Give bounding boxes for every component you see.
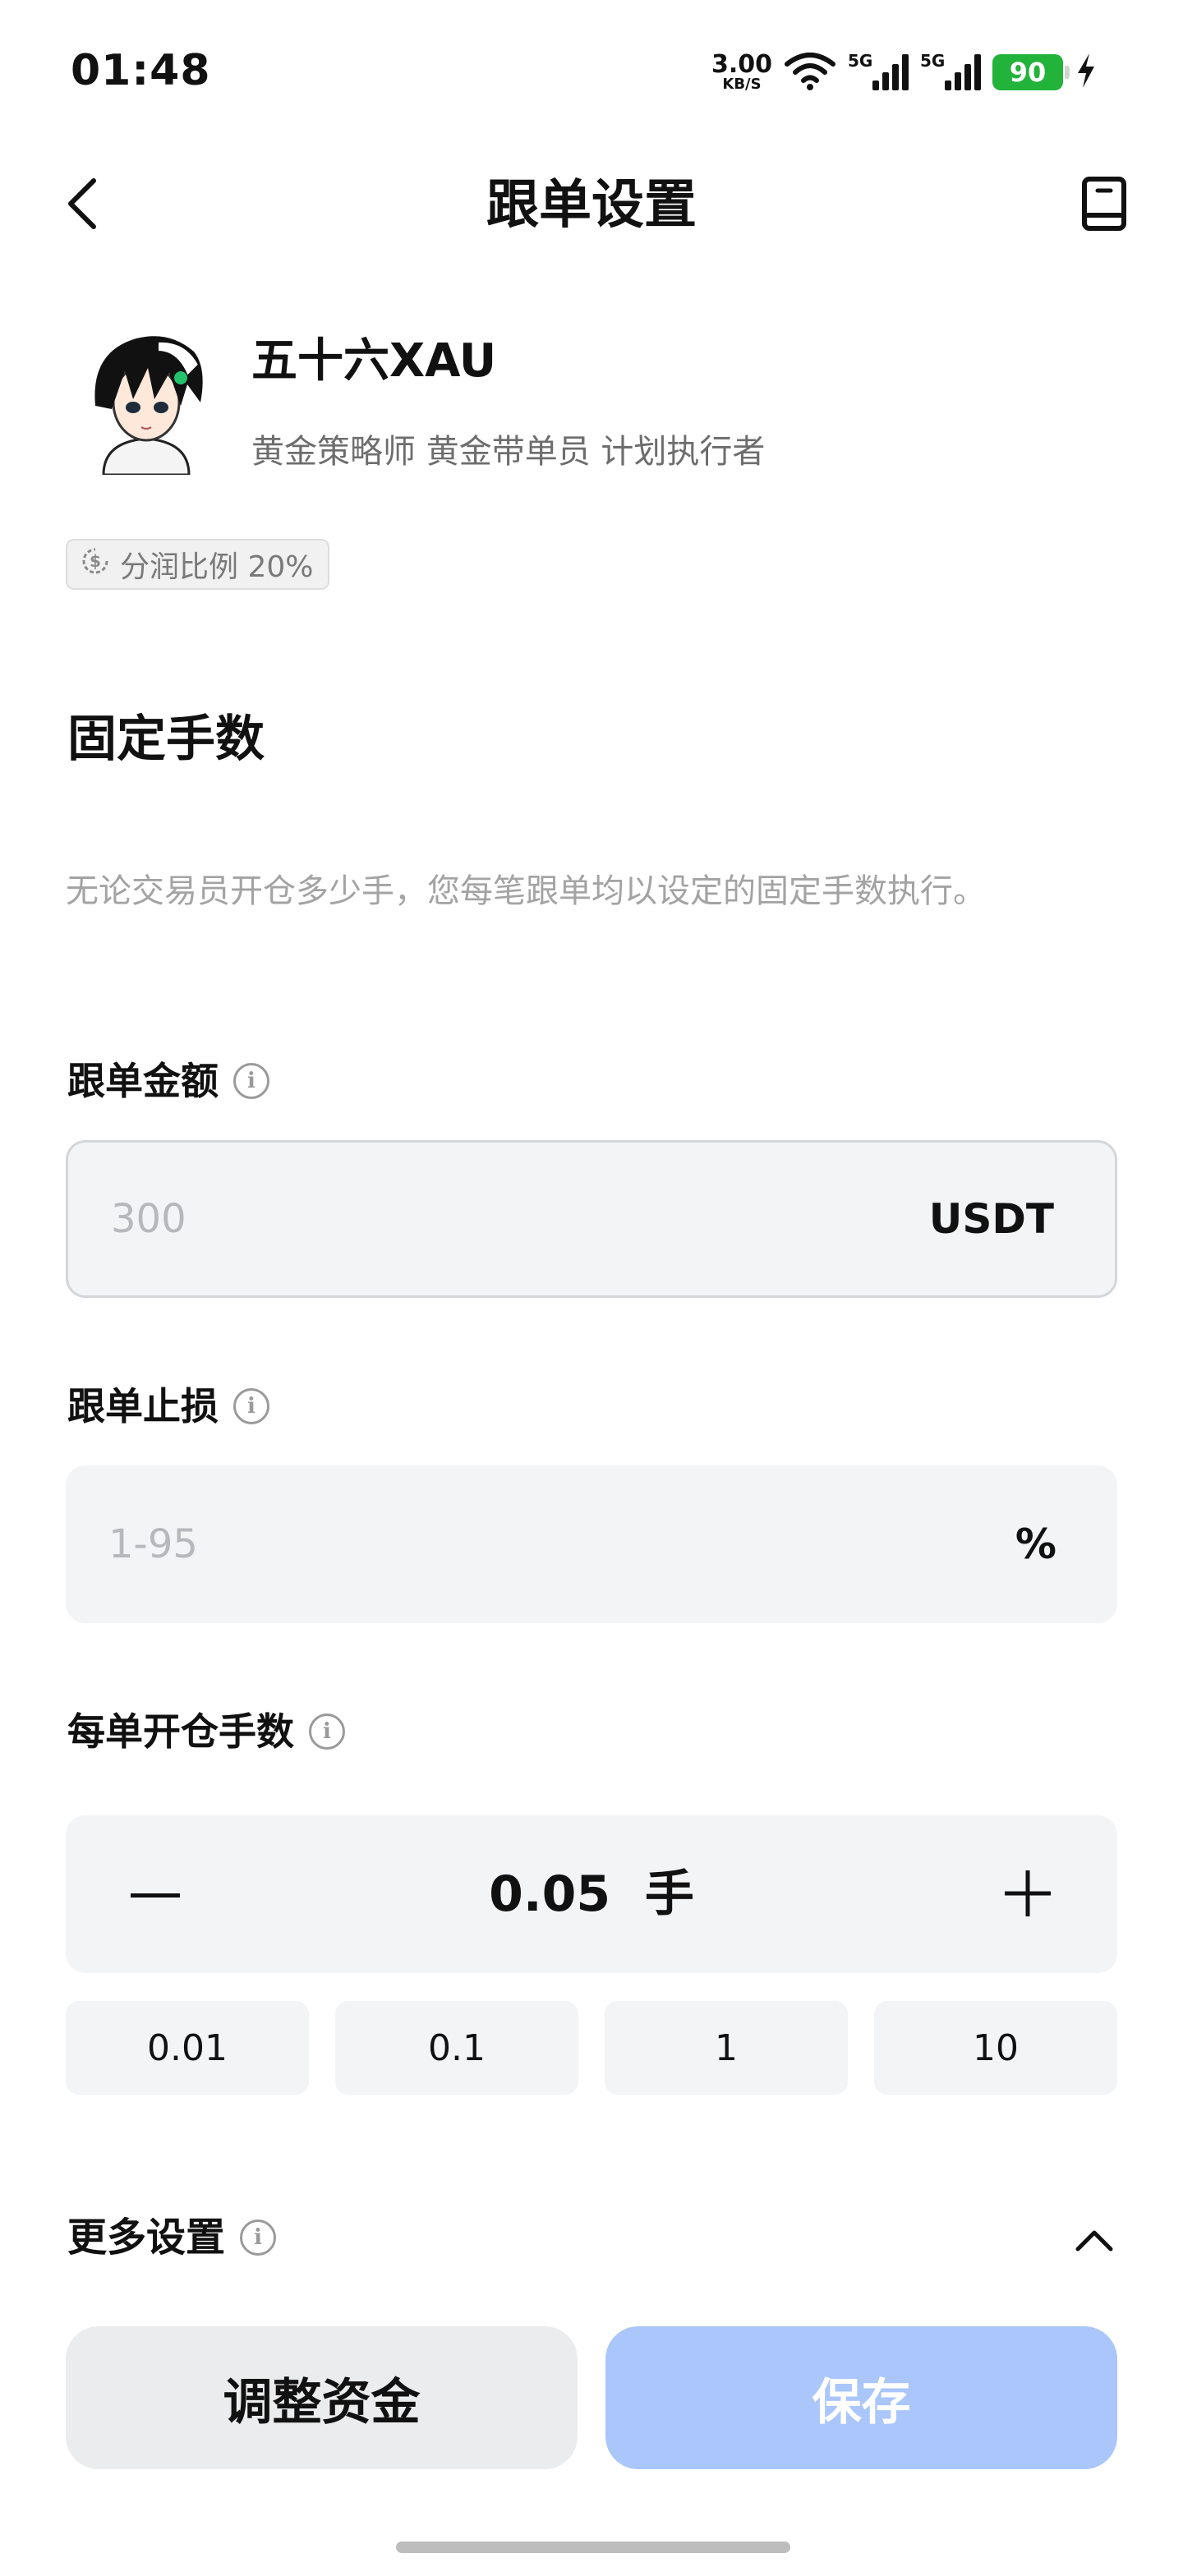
profit-share-badge: $ 分润比例 20% — [66, 539, 330, 590]
quick-lot-options: 0.01 0.1 1 10 — [66, 2001, 1117, 2095]
svg-text:$: $ — [90, 551, 101, 571]
network-speed-unit: KB/S — [722, 76, 762, 93]
network-speed: 3.00 KB/S — [711, 53, 772, 92]
page-title: 跟单设置 — [486, 175, 697, 236]
amount-placeholder: 300 — [111, 1196, 186, 1242]
stop-loss-placeholder: 1-95 — [108, 1521, 198, 1567]
info-icon[interactable]: i — [233, 1063, 269, 1099]
charging-bolt-icon — [1075, 52, 1098, 93]
stop-loss-label: 跟单止损 i — [67, 1382, 269, 1431]
copy-mode-description: 无论交易员开仓多少手，您每笔跟单均以设定的固定手数执行。 — [66, 872, 986, 910]
nav-header: 跟单设置 — [0, 148, 1183, 263]
cell-signal-1-tag: 5G — [848, 51, 873, 71]
plus-icon — [1001, 1867, 1054, 1923]
battery-indicator: 90 — [992, 54, 1070, 90]
network-speed-value: 3.00 — [711, 50, 772, 79]
increase-button[interactable] — [999, 1866, 1056, 1924]
stop-loss-label-text: 跟单止损 — [67, 1384, 219, 1428]
bottom-action-bar: 调整资金 保存 — [66, 2326, 1117, 2469]
info-icon[interactable]: i — [309, 1714, 345, 1750]
lots-stepper: 0.05 手 — [66, 1815, 1117, 1973]
cell-signal-1-icon: 5G — [848, 51, 909, 90]
cell-signal-2-icon: 5G — [920, 51, 981, 90]
home-indicator[interactable] — [396, 2542, 790, 2553]
more-settings-label: 更多设置 i — [67, 2213, 277, 2262]
avatar[interactable] — [79, 327, 214, 475]
stop-loss-unit: % — [1015, 1520, 1056, 1568]
quick-lot-option[interactable]: 1 — [605, 2001, 848, 2095]
more-settings-text: 更多设置 — [67, 2215, 226, 2261]
adjust-funds-button[interactable]: 调整资金 — [66, 2326, 578, 2469]
trader-name: 五十六XAU — [251, 334, 497, 388]
profit-share-icon: $ — [79, 545, 112, 585]
status-icons: 3.00 KB/S 5G 5G 90 — [711, 48, 1098, 97]
lots-label-text: 每单开仓手数 — [67, 1709, 294, 1754]
chevron-up-icon — [1071, 2216, 1117, 2262]
more-settings-toggle[interactable]: 更多设置 i — [67, 2205, 1117, 2270]
profit-share-text: 分润比例 20% — [120, 550, 314, 584]
trader-tags: 黄金策略师 黄金带单员 计划执行者 — [251, 433, 766, 471]
info-icon[interactable]: i — [240, 2220, 277, 2256]
lots-value[interactable]: 0.05 手 — [66, 1860, 1117, 1929]
save-button[interactable]: 保存 — [605, 2326, 1117, 2469]
wifi-icon — [784, 51, 836, 94]
amount-input[interactable]: 300 USDT — [66, 1140, 1117, 1298]
copy-mode-title: 固定手数 — [67, 711, 265, 768]
quick-lot-option[interactable]: 0.1 — [335, 2001, 578, 2095]
stop-loss-input[interactable]: 1-95 % — [66, 1465, 1117, 1623]
clock: 01:48 — [71, 46, 211, 95]
amount-label: 跟单金额 i — [67, 1056, 269, 1106]
amount-unit: USDT — [928, 1195, 1054, 1243]
amount-label-text: 跟单金额 — [67, 1059, 219, 1103]
cell-signal-2-tag: 5G — [920, 51, 946, 71]
status-bar: 01:48 3.00 KB/S 5G 5G 90 — [0, 0, 1183, 148]
guide-button[interactable] — [1071, 172, 1137, 238]
quick-lot-option[interactable]: 10 — [874, 2001, 1117, 2095]
quick-lot-option[interactable]: 0.01 — [66, 2001, 309, 2095]
lots-label: 每单开仓手数 i — [67, 1707, 345, 1756]
info-icon[interactable]: i — [233, 1388, 269, 1424]
guide-book-icon — [1079, 176, 1129, 235]
